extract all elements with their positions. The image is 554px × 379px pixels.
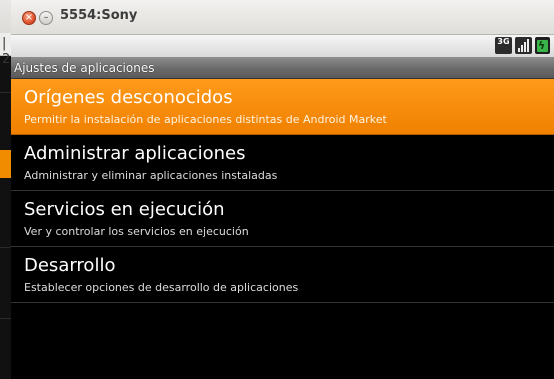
page-title: Ajustes de aplicaciones — [14, 61, 155, 75]
list-item-subtitle: Permitir la instalación de aplicaciones … — [24, 113, 387, 126]
minimize-window-button[interactable]: – — [39, 11, 53, 25]
background-highlight — [0, 150, 11, 178]
settings-list: Orígenes desconocidos Permitir la instal… — [11, 79, 554, 303]
list-item-title: Servicios en ejecución — [24, 199, 225, 220]
network-3g-label: 3G — [497, 37, 510, 46]
list-item-manage-applications[interactable]: Administrar aplicaciones Administrar y e… — [11, 135, 554, 191]
app-titlebar: Ajustes de aplicaciones — [11, 57, 554, 79]
screen: | 2 × – 5554:Sony 3G ϟ Ajustes de aplica… — [0, 0, 554, 379]
emulator-window: × – 5554:Sony 3G ϟ Ajustes de aplicacion… — [11, 0, 554, 379]
list-item-running-services[interactable]: Servicios en ejecución Ver y controlar l… — [11, 191, 554, 247]
status-icons: 3G ϟ — [495, 37, 550, 54]
background-window: | 2 — [0, 0, 11, 379]
android-status-bar[interactable]: 3G ϟ — [11, 35, 554, 57]
list-item-subtitle: Establecer opciones de desarrollo de apl… — [24, 281, 299, 294]
battery-charging-icon: ϟ — [535, 37, 550, 54]
close-window-button[interactable]: × — [22, 11, 36, 25]
list-item-subtitle: Administrar y eliminar aplicaciones inst… — [24, 169, 278, 182]
list-item-subtitle: Ver y controlar los servicios en ejecuci… — [24, 225, 249, 238]
background-divider — [0, 247, 11, 248]
window-title: 5554:Sony — [60, 8, 138, 23]
network-3g-icon: 3G — [495, 37, 512, 54]
background-divider — [0, 318, 11, 319]
list-item-development[interactable]: Desarrollo Establecer opciones de desarr… — [11, 247, 554, 303]
list-item-title: Administrar aplicaciones — [24, 143, 246, 164]
background-window-fragment: | 2 — [2, 36, 11, 67]
background-window-titlebar — [0, 0, 11, 33]
list-item-unknown-sources[interactable]: Orígenes desconocidos Permitir la instal… — [11, 79, 554, 135]
list-item-title: Orígenes desconocidos — [24, 87, 233, 108]
window-titlebar[interactable]: × – 5554:Sony — [11, 0, 554, 35]
signal-strength-icon — [515, 37, 532, 54]
list-item-title: Desarrollo — [24, 255, 116, 276]
background-divider — [0, 92, 11, 93]
